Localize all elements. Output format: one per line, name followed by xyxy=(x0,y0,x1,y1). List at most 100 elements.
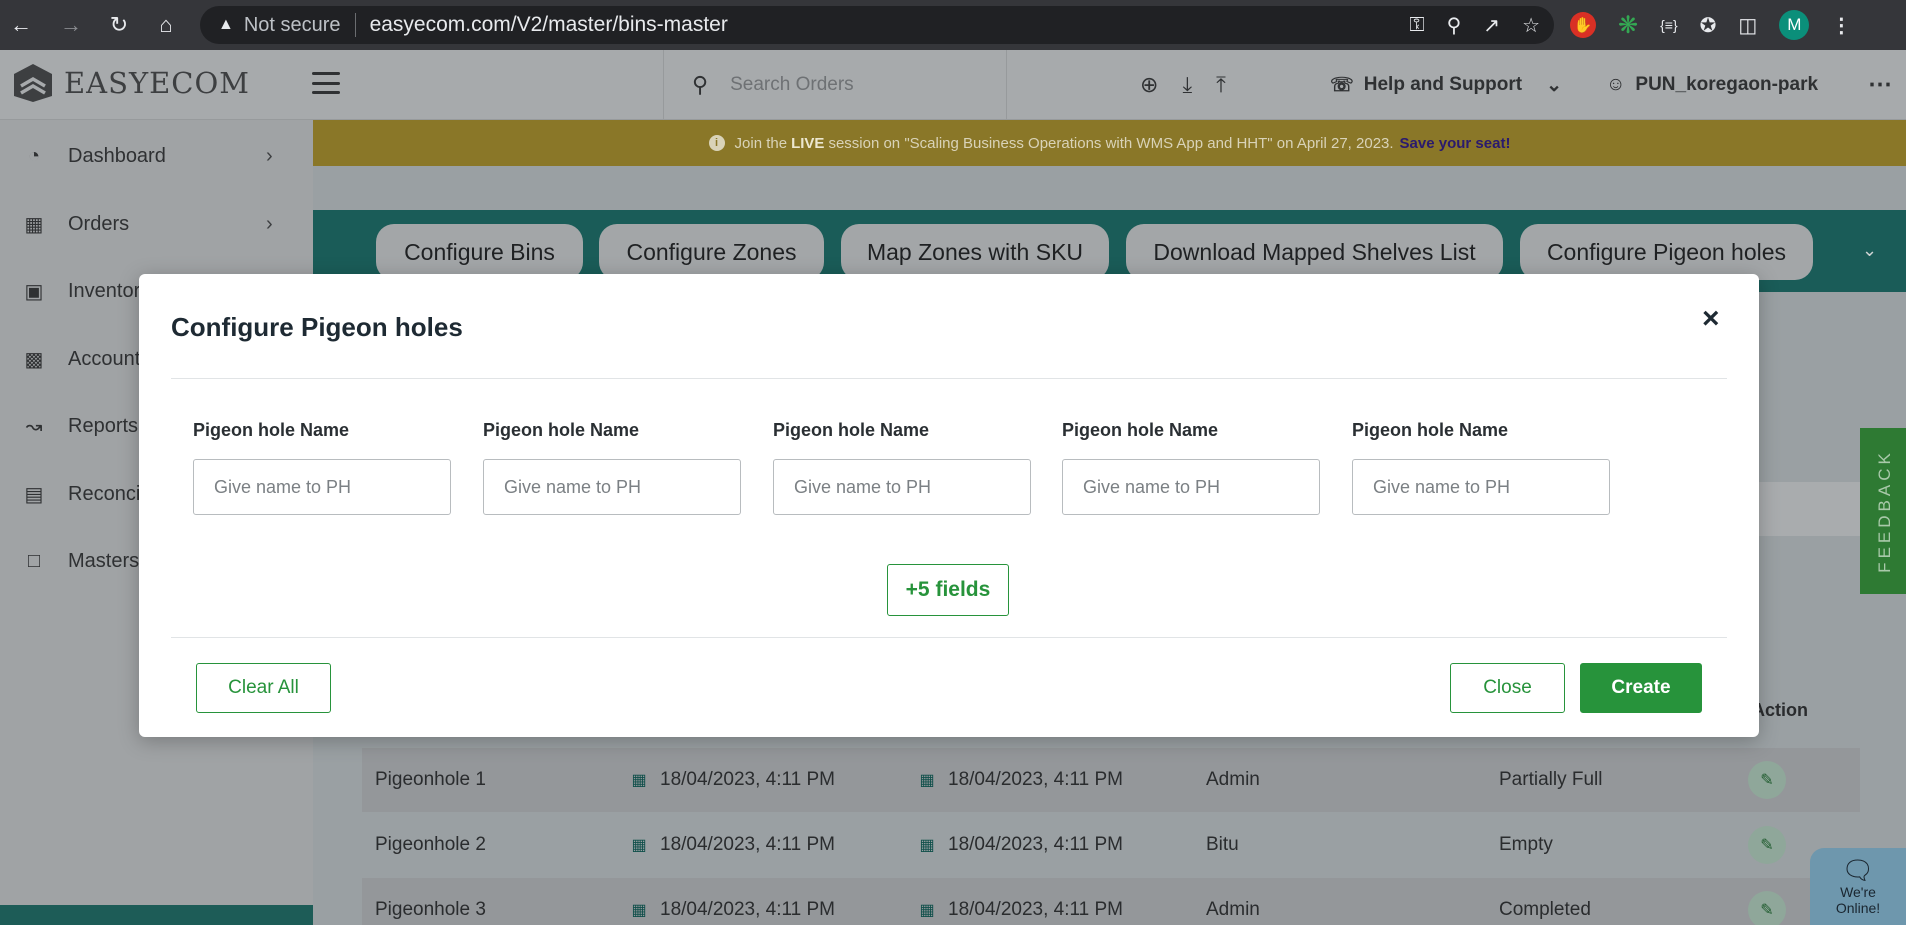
tab-configure-pigeon-holes[interactable]: Configure Pigeon holes xyxy=(1520,224,1813,280)
user-menu[interactable]: ☺ PUN_koregaon-park xyxy=(1606,50,1818,120)
reports-icon: ↝ xyxy=(25,415,43,438)
row-created: 18/04/2023, 4:11 PM xyxy=(660,899,835,920)
close-icon[interactable]: × xyxy=(1702,304,1720,334)
action-column-header: Action xyxy=(1752,700,1808,720)
calendar-icon: ▦ xyxy=(919,837,935,854)
share-icon[interactable]: ↗ xyxy=(1483,13,1500,38)
omnibox-separator xyxy=(354,13,356,37)
feedback-tab[interactable]: FEEDBACK xyxy=(1860,428,1906,594)
masters-icon: □ xyxy=(27,549,41,572)
forward-icon[interactable]: → xyxy=(50,4,92,46)
chevron-down-icon: ⌄ xyxy=(1546,74,1563,96)
home-icon[interactable]: ⌂ xyxy=(145,4,187,46)
help-support-label: Help and Support xyxy=(1363,74,1523,95)
table-row: Pigeonhole 1 ▦ 18/04/2023, 4:11 PM ▦ 18/04… xyxy=(362,748,1860,812)
row-status: Empty xyxy=(1499,834,1553,855)
pigeon-hole-name-input-4[interactable] xyxy=(1062,459,1320,515)
announcement-banner: i Join the LIVE session on "Scaling Busi… xyxy=(313,120,1906,166)
add-more-fields-button[interactable]: +5 fields xyxy=(887,564,1009,616)
more-options-icon[interactable]: ⋯ xyxy=(1868,70,1892,99)
chevron-right-icon: › xyxy=(266,212,273,235)
add-circle-icon[interactable]: ⊕ xyxy=(1140,72,1158,98)
field-label: Pigeon hole Name xyxy=(483,420,640,440)
pigeon-hole-field-2: Pigeon hole Name xyxy=(483,420,741,515)
profile-avatar[interactable]: M xyxy=(1779,10,1810,40)
edit-icon[interactable]: ✎ xyxy=(1748,891,1786,925)
logo-mark-icon xyxy=(14,64,52,102)
row-user: Bitu xyxy=(1206,834,1239,855)
user-name: PUN_koregaon-park xyxy=(1635,74,1819,95)
calendar-icon: ▦ xyxy=(919,772,935,789)
reload-icon[interactable]: ↻ xyxy=(98,4,140,46)
row-name: Pigeonhole 2 xyxy=(375,834,486,855)
url-text[interactable]: easyecom.com/V2/master/bins-master xyxy=(370,13,728,37)
browser-menu-icon[interactable]: ⋮ xyxy=(1831,13,1851,38)
bookmark-star-icon[interactable]: ☆ xyxy=(1522,13,1540,38)
sidebar-item-label: Accounts xyxy=(68,347,151,370)
banner-prefix: Join the xyxy=(734,134,788,152)
side-panel-icon[interactable]: ◫ xyxy=(1738,13,1757,38)
table-row: Pigeonhole 3 ▦ 18/04/2023, 4:11 PM ▦ 18/04… xyxy=(362,878,1860,925)
tab-download-mapped-shelves[interactable]: Download Mapped Shelves List xyxy=(1126,224,1503,280)
row-updated: 18/04/2023, 4:11 PM xyxy=(948,834,1123,855)
create-button[interactable]: Create xyxy=(1580,663,1702,713)
upload-icon[interactable]: ⤒ xyxy=(1216,72,1226,98)
row-user: Admin xyxy=(1206,899,1260,920)
modal-divider xyxy=(171,637,1727,638)
feedback-label: FEEDBACK xyxy=(1875,449,1895,573)
help-support-dropdown[interactable]: ☏ Help and Support ⌄ xyxy=(1330,50,1562,120)
sidebar-item-label: Dashboard xyxy=(68,144,166,167)
chat-line-1: We're xyxy=(1840,884,1876,900)
edit-icon[interactable]: ✎ xyxy=(1748,761,1786,799)
pigeon-hole-field-1: Pigeon hole Name xyxy=(193,420,451,515)
sidebar-item-label: Reports xyxy=(68,414,139,437)
stop-extension-icon[interactable]: ✋ xyxy=(1570,12,1596,38)
row-created: 18/04/2023, 4:11 PM xyxy=(660,769,835,790)
app-header: EASYECOM ⚲ Search Orders ⊕ ⤓ ⤒ ☏ Help an… xyxy=(0,50,1906,120)
row-status: Completed xyxy=(1499,899,1591,920)
calendar-icon: ▦ xyxy=(631,902,647,919)
save-seat-link[interactable]: Save your seat! xyxy=(1400,135,1511,152)
bug-extension-icon[interactable]: ❋ xyxy=(1618,11,1638,40)
zoom-icon[interactable]: ⚲ xyxy=(1447,13,1462,38)
calendar-icon: ▦ xyxy=(919,902,935,919)
search-input[interactable]: Search Orders xyxy=(730,74,854,96)
pigeon-hole-name-input-2[interactable] xyxy=(483,459,741,515)
inventory-icon: ▣ xyxy=(24,280,44,303)
pigeon-hole-name-input-3[interactable] xyxy=(773,459,1031,515)
hamburger-menu-icon[interactable] xyxy=(312,72,340,94)
row-user: Admin xyxy=(1206,769,1260,790)
chevron-right-icon: › xyxy=(266,144,273,167)
modal-title: Configure Pigeon holes xyxy=(171,312,463,342)
address-bar[interactable]: ▲ Not secure easyecom.com/V2/master/bins… xyxy=(200,6,1554,44)
sidebar-item-orders[interactable]: ▦ Orders › xyxy=(0,199,313,249)
pigeon-hole-name-input-5[interactable] xyxy=(1352,459,1610,515)
close-button[interactable]: Close xyxy=(1450,663,1565,713)
tab-configure-zones[interactable]: Configure Zones xyxy=(599,224,824,280)
sidebar-item-dashboard[interactable]: ◔ Dashboard › xyxy=(0,131,313,181)
chat-widget[interactable]: 🗨 We're Online! xyxy=(1810,848,1906,925)
browser-toolbar: ← → ↻ ⌂ ▲ Not secure easyecom.com/V2/mas… xyxy=(0,0,1906,50)
logo-text: EASYECOM xyxy=(64,66,250,100)
puzzle-extensions-icon[interactable]: ✪ xyxy=(1700,13,1717,38)
key-icon[interactable]: ⚿ xyxy=(1409,14,1424,37)
user-circle-icon: ☺ xyxy=(1606,74,1626,95)
field-label: Pigeon hole Name xyxy=(193,420,350,440)
code-extension-icon[interactable]: {≡} xyxy=(1660,17,1678,33)
calendar-icon: ▦ xyxy=(631,772,647,789)
clear-all-button[interactable]: Clear All xyxy=(196,663,331,713)
field-label: Pigeon hole Name xyxy=(773,420,930,440)
download-icon[interactable]: ⤓ xyxy=(1182,72,1192,98)
edit-icon[interactable]: ✎ xyxy=(1748,826,1786,864)
search-orders[interactable]: ⚲ Search Orders xyxy=(663,50,1007,120)
sidebar-item-label: Masters xyxy=(68,549,140,572)
tabs-chevron-down-icon[interactable]: ⌄ xyxy=(1862,240,1877,261)
orders-icon: ▦ xyxy=(24,213,44,236)
back-icon[interactable]: ← xyxy=(0,4,42,46)
tab-configure-bins[interactable]: Configure Bins xyxy=(376,224,583,280)
tab-map-zones-sku[interactable]: Map Zones with SKU xyxy=(841,224,1109,280)
pigeon-hole-field-3: Pigeon hole Name xyxy=(773,420,1031,515)
row-status: Partially Full xyxy=(1499,769,1603,790)
pigeon-hole-name-input-1[interactable] xyxy=(193,459,451,515)
easyecom-logo[interactable]: EASYECOM xyxy=(12,62,250,104)
